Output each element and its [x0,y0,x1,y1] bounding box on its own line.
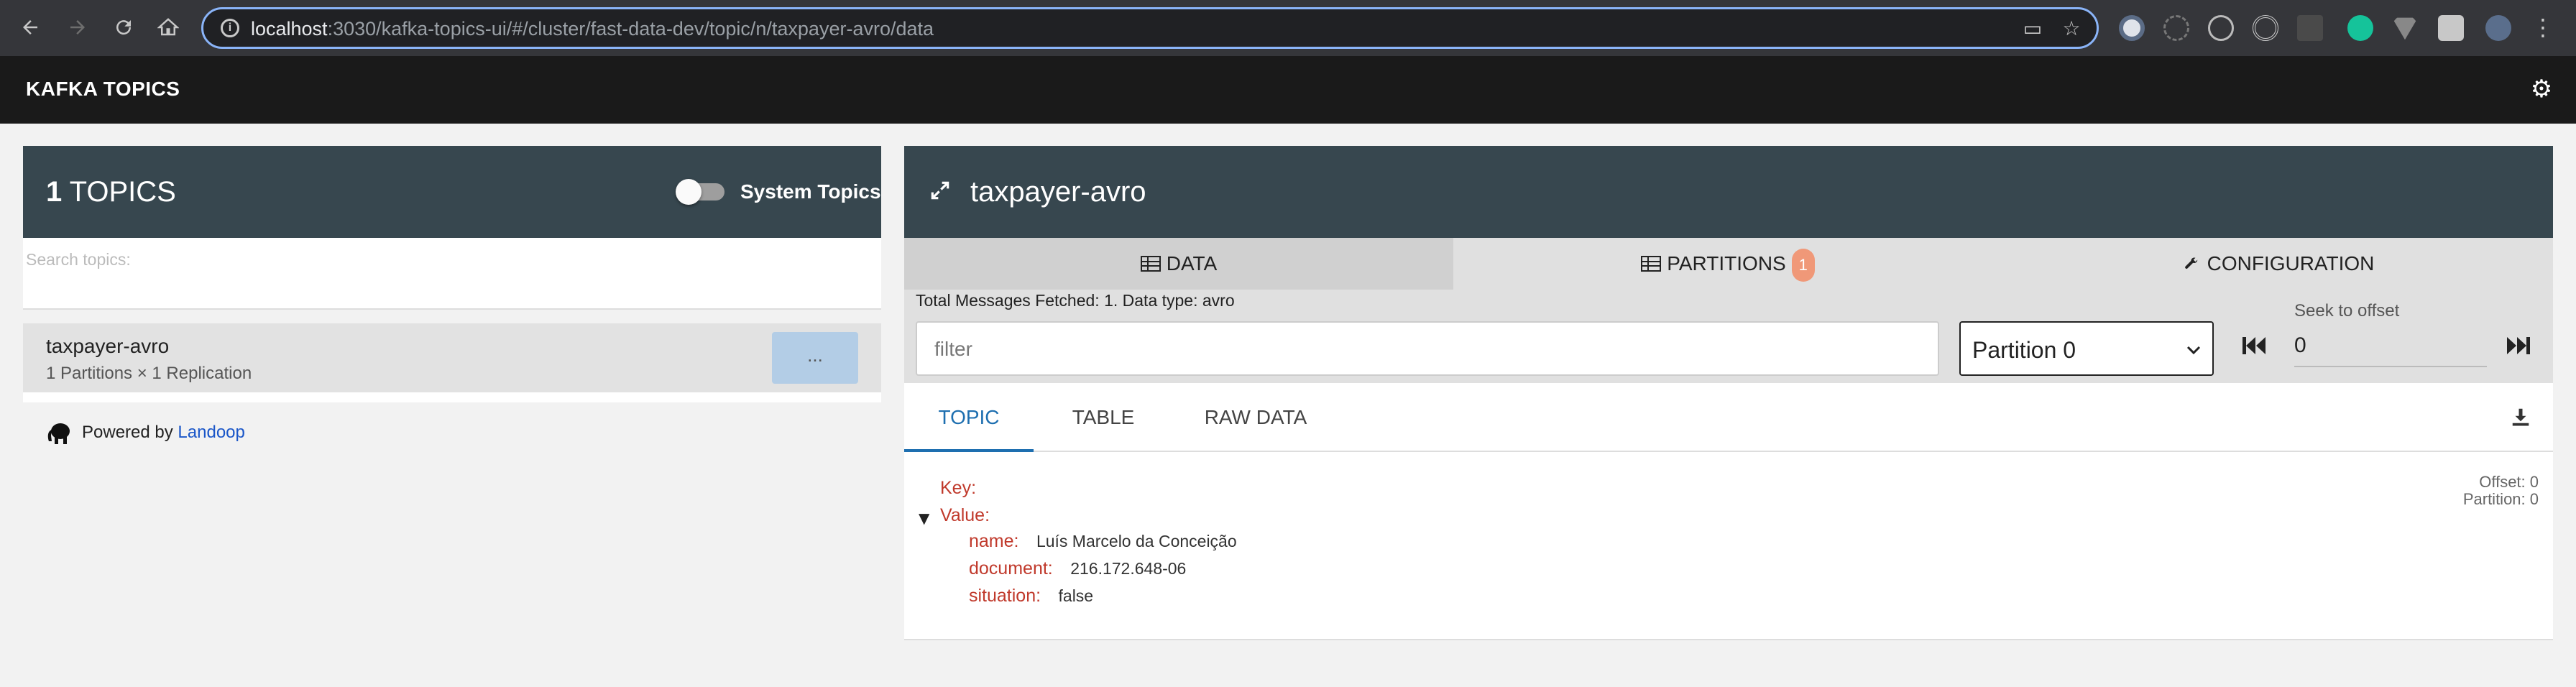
url-text[interactable]: localhost:3030/kafka-topics-ui/#/cluster… [251,18,934,40]
first-offset-icon[interactable] [2240,331,2268,360]
partition-select[interactable]: Partition 0 [1959,321,2214,376]
seek-label: Seek to offset [2294,301,2400,321]
seek-offset-input[interactable] [2294,333,2481,359]
extension-1-icon[interactable] [2119,15,2145,41]
home-icon[interactable] [151,10,185,45]
vue-devtools-icon[interactable] [2392,17,2418,40]
field-name: name: Luís Marcelo da Conceição [969,531,1237,551]
collapse-triangle-icon[interactable]: ▼ [919,510,929,527]
app-title: KAFKA TOPICS [26,78,180,100]
landoop-link[interactable]: Landoop [178,423,244,442]
topic-list-item[interactable]: taxpayer-avro 1 Partitions × 1 Replicati… [23,323,881,392]
topic-more-button[interactable]: ... [772,332,858,384]
topic-title: taxpayer-avro [970,176,1146,208]
filter-input[interactable] [934,337,1919,361]
view-tabs: TOPIC TABLE RAW DATA [904,383,2553,452]
field-document: document: 216.172.648-06 [969,558,1187,578]
address-bar[interactable]: i localhost:3030/kafka-topics-ui/#/clust… [201,7,2099,49]
forward-icon[interactable] [60,10,95,45]
message-view: Key: ▼ Value: name: Luís Marcelo da Conc… [904,452,2553,640]
seek-offset-field [2294,327,2487,367]
expand-icon[interactable] [929,179,952,202]
wrench-icon [2184,257,2197,269]
partitions-badge: 1 [1791,248,1815,282]
search-topics-input[interactable] [26,248,874,271]
tab-raw-data-view[interactable]: RAW DATA [1173,383,1338,452]
topic-name[interactable]: taxpayer-avro [46,335,169,358]
tab-data[interactable]: DATA [904,238,1453,290]
topics-search [23,238,881,310]
last-offset-icon[interactable] [2504,331,2533,360]
offset-text: Offset: 0 [2479,473,2539,491]
extension-5-icon[interactable] [2297,15,2323,41]
data-controls: Total Messages Fetched: 1. Data type: av… [904,290,2553,383]
download-icon[interactable] [2510,406,2531,428]
list-spacer [23,392,881,402]
field-situation: situation: false [969,586,1094,606]
table-icon [1140,256,1161,272]
tab-configuration[interactable]: CONFIGURATION [2002,238,2553,290]
topics-header: 1 TOPICS System Topics [23,146,881,238]
extension-4-icon[interactable] [2253,15,2278,41]
extensions-puzzle-icon[interactable] [2438,15,2464,41]
table-icon [1641,256,1662,272]
extension-2-icon[interactable] [2163,15,2189,41]
chevron-down-icon [2186,346,2201,355]
tab-partitions[interactable]: PARTITIONS 1 [1453,238,2002,290]
topic-meta: 1 Partitions × 1 Replication [46,364,252,383]
back-icon[interactable] [13,10,47,45]
value-label: Value: [940,505,990,525]
topic-tabs: DATA PARTITIONS 1 CONFIGURATION [904,238,2553,290]
landoop-logo-icon [47,423,70,444]
profile-avatar-icon[interactable] [2485,15,2511,41]
message-position: Offset: 0 Partition: 0 [2463,474,2539,508]
browser-toolbar: i localhost:3030/kafka-topics-ui/#/clust… [0,0,2576,56]
cast-icon[interactable]: ▭ [2022,18,2043,40]
react-devtools-icon[interactable] [2208,15,2234,41]
app-header: KAFKA TOPICS ⚙ [0,56,2576,124]
settings-gear-icon[interactable]: ⚙ [2529,76,2554,102]
powered-by-text: Powered by [82,423,173,442]
bookmark-star-icon[interactable]: ☆ [2061,18,2082,40]
filter-box [916,321,1939,376]
reload-icon[interactable] [106,10,141,45]
topic-header: taxpayer-avro [904,146,2553,238]
tab-topic-view[interactable]: TOPIC [904,383,1034,452]
system-topics-label: System Topics [740,180,881,203]
topics-count: 1 TOPICS [46,176,176,208]
fetched-info: Total Messages Fetched: 1. Data type: av… [916,291,1235,310]
key-label: Key: [940,478,977,498]
tab-table-view[interactable]: TABLE [1048,383,1159,452]
grammarly-icon[interactable] [2347,15,2373,41]
browser-menu-icon[interactable]: ⋮ [2529,10,2557,45]
system-topics-toggle[interactable] [676,179,726,205]
partition-selected: Partition 0 [1972,337,2076,363]
info-icon[interactable]: i [221,19,239,37]
partition-text: Partition: 0 [2462,490,2539,508]
